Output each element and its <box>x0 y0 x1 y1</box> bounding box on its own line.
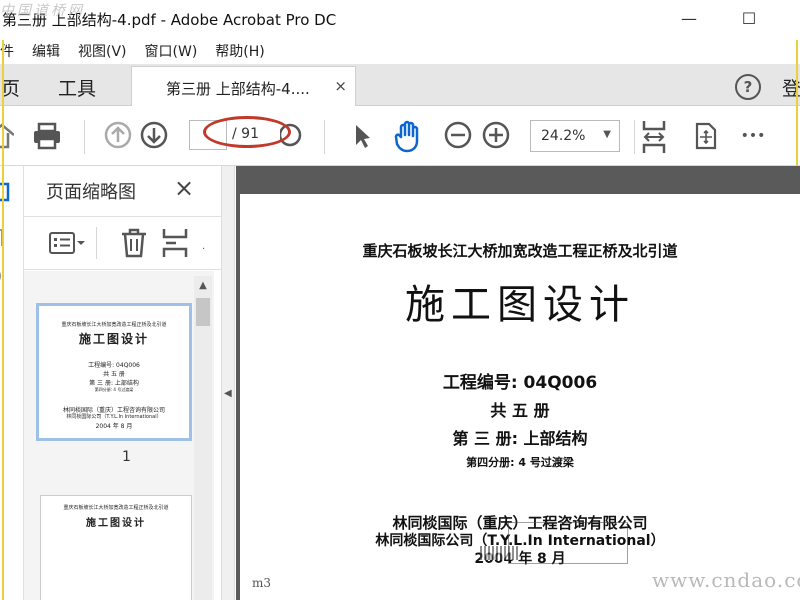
close-tab-icon[interactable]: × <box>334 77 347 95</box>
full-screen-icon[interactable] <box>690 120 720 152</box>
document-view[interactable]: 重庆石板坡长江大桥加宽改造工程正桥及北引道 施工图设计 工程编号: 04Q006… <box>236 166 800 600</box>
more-options-icon[interactable]: ••• <box>738 126 768 146</box>
menu-window[interactable]: 窗口(W) <box>145 41 198 61</box>
help-icon[interactable]: ? <box>735 74 761 100</box>
page-thumbnails-panel: 页面缩略图 × . 重庆石板坡长江大桥加宽改造工程正桥及北引道 施工图设计 工程… <box>24 166 221 600</box>
thumbnail-options-icon[interactable] <box>48 231 88 259</box>
barcode-mark <box>480 546 520 560</box>
next-page-icon[interactable] <box>140 121 168 149</box>
thumbnail-text: 重庆石板坡长江大桥加宽改造工程正桥及北引道 <box>61 322 167 328</box>
insert-page-icon[interactable] <box>162 227 188 263</box>
panel-title: 页面缩略图 <box>46 182 136 203</box>
panel-splitter[interactable]: ◀ <box>221 166 235 600</box>
thumbnail-text: 林同棪国际公司（T.Y.L.In International） <box>66 414 162 420</box>
doc-volume: 第 三 册: 上部结构 <box>452 429 588 448</box>
doc-subvolume: 第四分册: 4 号过渡梁 <box>466 456 574 469</box>
thumbnail-text: 施工图设计 <box>86 518 146 529</box>
close-panel-icon[interactable]: × <box>174 174 194 202</box>
tab-document-label: 第三册 上部结构-4.... <box>166 80 310 98</box>
scrollbar-thumb[interactable] <box>196 298 210 326</box>
tab-bar: 主页 工具 第三册 上部结构-4.... × ? 登 <box>0 64 800 106</box>
print-icon[interactable] <box>30 120 64 152</box>
toolbar: / 91 24.2% ▼ ••• <box>0 106 800 166</box>
thumbnail-text: 工程编号: 04Q006 <box>88 362 140 369</box>
chevron-down-icon: ▼ <box>603 129 611 140</box>
site-watermark-url: www.cndao.com <box>652 568 800 592</box>
page-thumbnail-2[interactable]: 重庆石板坡长江大桥加宽改造工程正桥及北引道 施工图设计 <box>40 495 192 600</box>
panel-toolbar: . <box>24 216 221 270</box>
handwritten-mark: m3 <box>252 576 272 590</box>
seal-stamp <box>508 522 628 564</box>
panel-separator <box>96 227 97 259</box>
menu-help[interactable]: 帮助(H) <box>215 41 264 61</box>
title-bar: 第三册 上部结构-4.pdf - Adobe Acrobat Pro DC 中国… <box>0 0 800 38</box>
delete-page-icon[interactable] <box>120 227 148 263</box>
thumbnail-text: 2004 年 8 月 <box>95 423 133 430</box>
previous-page-icon[interactable] <box>104 121 132 149</box>
thumbnail-list: 重庆石板坡长江大桥加宽改造工程正桥及北引道 施工图设计 工程编号: 04Q006… <box>24 271 214 600</box>
more-icon[interactable]: . <box>202 241 205 252</box>
menu-edit[interactable]: 编辑 <box>32 41 60 61</box>
menu-bar: 件 编辑 视图(V) 窗口(W) 帮助(H) <box>0 38 800 64</box>
thumbnail-text: 共 五 册 <box>103 371 125 378</box>
page-thumbnail-1[interactable]: 重庆石板坡长江大桥加宽改造工程正桥及北引道 施工图设计 工程编号: 04Q006… <box>36 303 192 441</box>
select-arrow-icon[interactable] <box>350 120 374 152</box>
toolbar-separator <box>634 120 635 154</box>
zoom-level-select[interactable]: 24.2% ▼ <box>530 120 620 152</box>
tab-tools[interactable]: 工具 <box>58 74 96 101</box>
collapse-panel-icon[interactable]: ◀ <box>224 388 232 399</box>
tab-document[interactable]: 第三册 上部结构-4.... × <box>131 66 356 106</box>
zoom-in-icon[interactable] <box>482 121 510 149</box>
document-page: 重庆石板坡长江大桥加宽改造工程正桥及北引道 施工图设计 工程编号: 04Q006… <box>240 194 800 600</box>
scroll-up-icon[interactable]: ▲ <box>194 276 212 296</box>
site-watermark: 中国道桥网 <box>0 3 85 19</box>
menu-view[interactable]: 视图(V) <box>78 41 127 61</box>
thumbnail-text: 第四分册: 4 号过渡梁 <box>94 387 134 392</box>
thumbnail-scrollbar[interactable]: ▲ <box>194 276 212 600</box>
thumbnail-text: 施工图设计 <box>78 332 149 346</box>
doc-project-code: 工程编号: 04Q006 <box>442 373 598 393</box>
zoom-level-value: 24.2% <box>541 128 586 144</box>
fit-width-icon[interactable] <box>640 118 668 156</box>
doc-volume-count: 共 五 册 <box>490 401 550 420</box>
annotation-ellipse <box>203 116 291 148</box>
thumbnail-text: 重庆石板坡长江大桥加宽改造工程正桥及北引道 <box>63 505 169 511</box>
maximize-button[interactable]: ☐ <box>734 4 764 32</box>
thumbnail-page-number: 1 <box>122 449 131 465</box>
thumbnail-text: 第 三 册: 上部结构 <box>89 380 139 387</box>
toolbar-separator <box>324 120 325 154</box>
doc-project-title: 重庆石板坡长江大桥加宽改造工程正桥及北引道 <box>362 242 678 260</box>
minimize-button[interactable]: — <box>674 4 704 32</box>
doc-heading: 施工图设计 <box>405 282 635 328</box>
hand-tool-icon[interactable] <box>392 118 426 154</box>
zoom-out-icon[interactable] <box>444 121 472 149</box>
edge-highlight-left <box>2 40 4 600</box>
toolbar-separator <box>84 120 85 154</box>
